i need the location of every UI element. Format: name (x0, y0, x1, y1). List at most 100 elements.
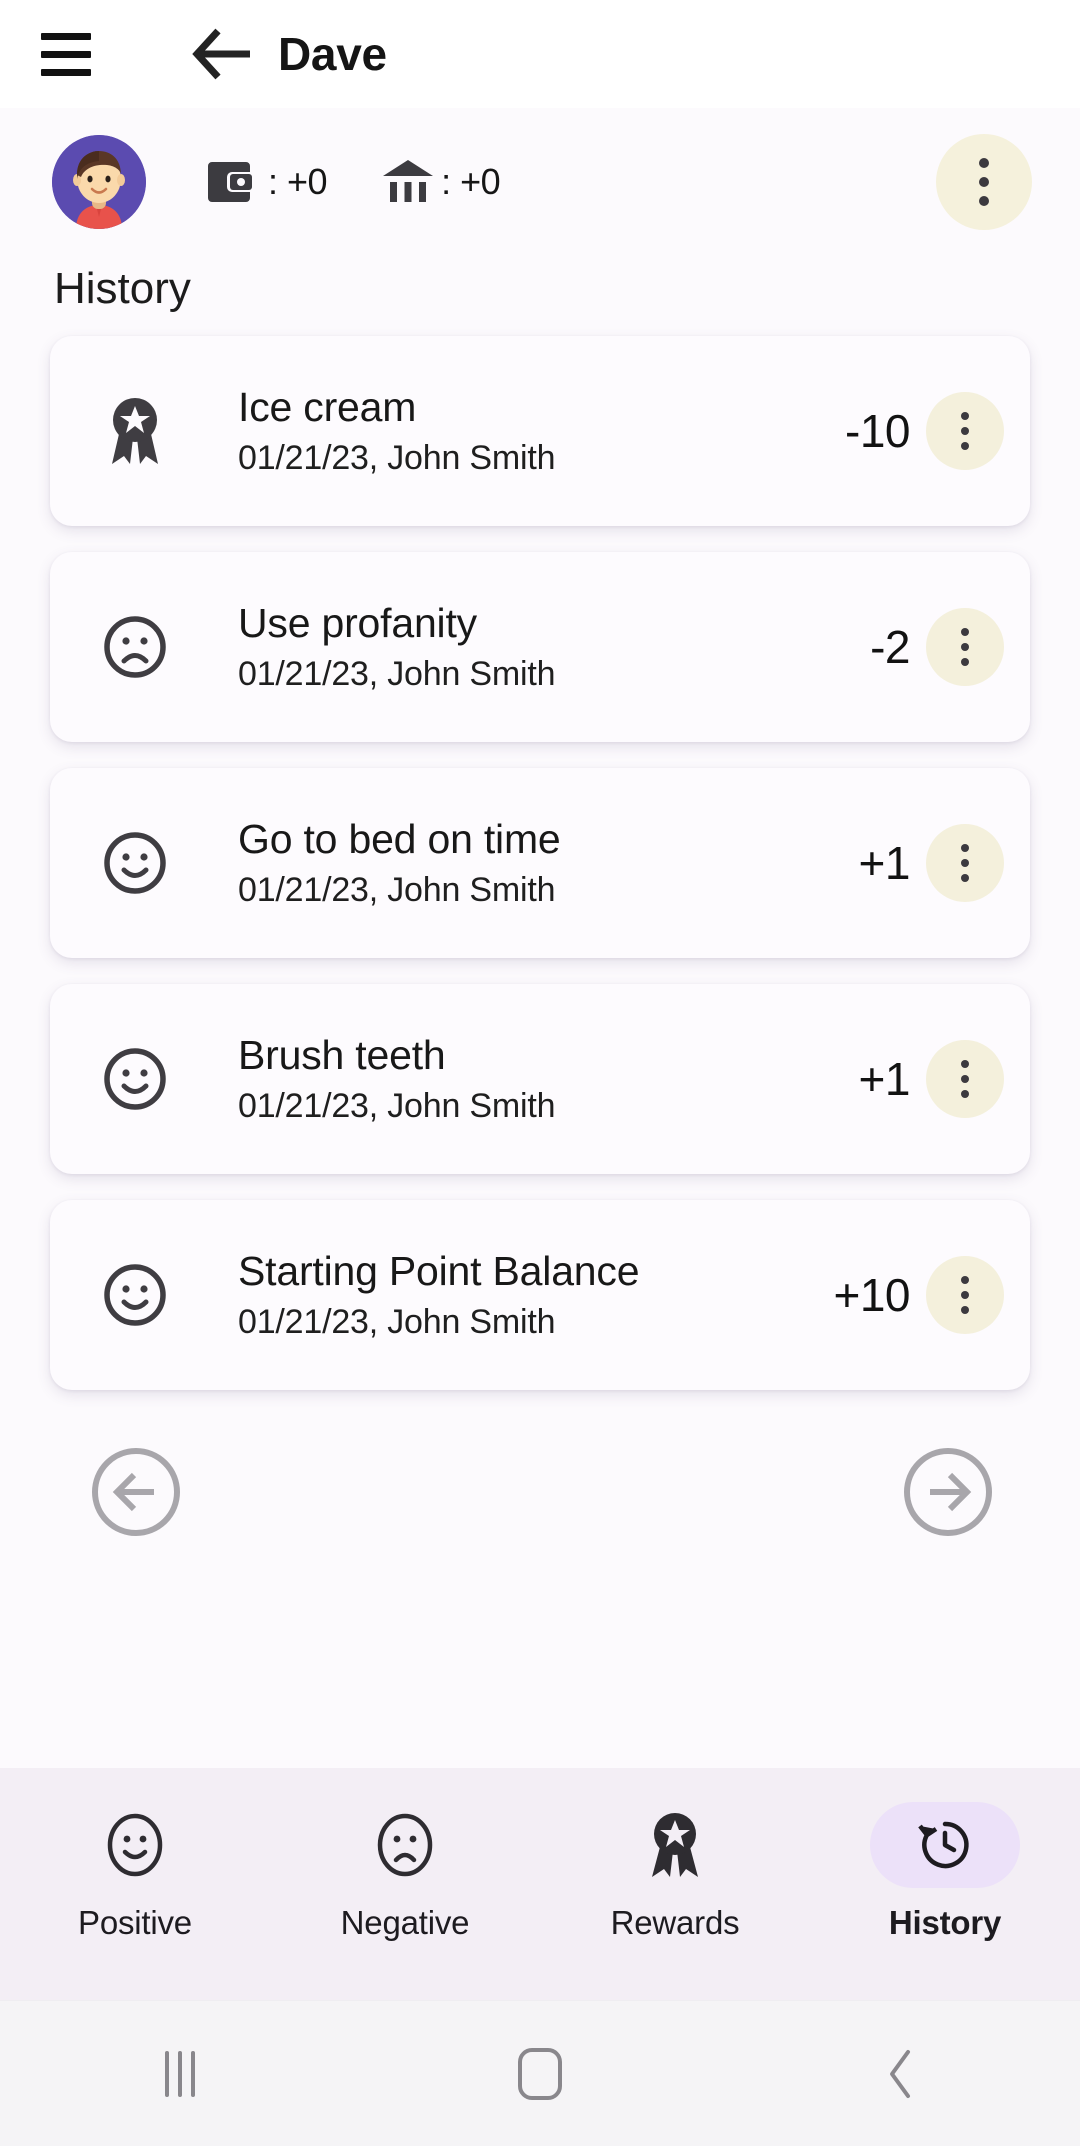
item-score: +1 (858, 1053, 911, 1105)
more-vertical-icon (961, 442, 969, 450)
smiling-face-icon (90, 1046, 180, 1112)
item-overflow-button[interactable] (926, 1040, 1004, 1118)
ribbon-award-glyph (112, 398, 158, 464)
item-score: -2 (870, 621, 910, 673)
item-overflow-button[interactable] (926, 824, 1004, 902)
item-overflow-button[interactable] (926, 392, 1004, 470)
more-vertical-icon (961, 1276, 969, 1284)
home-icon[interactable] (360, 2047, 720, 2100)
recents-bar (165, 2050, 169, 2097)
wallet-icon (208, 162, 252, 202)
prev-page-glyph (92, 1448, 180, 1536)
avatar[interactable] (52, 135, 146, 229)
more-vertical-icon (979, 196, 989, 206)
tab-label: Rewards (610, 1904, 740, 1941)
item-title: Ice cream (238, 383, 417, 430)
tab-positive[interactable]: Positive (0, 1802, 270, 1942)
table-cell-text: Ice cream 01/21/23, John Smith (180, 383, 845, 477)
balance-group: : +0 : +0 (208, 156, 501, 208)
item-score: -10 (845, 405, 910, 457)
profile-overflow-button[interactable] (936, 134, 1032, 230)
item-overflow-button[interactable] (926, 608, 1004, 686)
tab-label: Negative (340, 1904, 470, 1941)
item-title: Go to bed on time (238, 815, 561, 862)
more-vertical-icon (961, 412, 969, 420)
bottom-tab-bar: Positive Negative Rewards History (0, 1768, 1080, 2000)
more-vertical-icon (961, 874, 969, 882)
tab-icon-wrap (330, 1802, 480, 1888)
tab-icon-wrap (60, 1802, 210, 1888)
table-row[interactable]: Starting Point Balance 01/21/23, John Sm… (50, 1200, 1030, 1390)
system-back-glyph (890, 2049, 910, 2098)
more-vertical-icon (961, 844, 969, 852)
table-cell-text: Use profanity 01/21/23, John Smith (180, 601, 870, 693)
more-vertical-icon (961, 1090, 969, 1098)
table-row[interactable]: Ice cream 01/21/23, John Smith -10 (50, 336, 1030, 526)
hamburger-bar (41, 68, 91, 76)
boy-avatar-glyph (52, 135, 146, 229)
item-subtitle: 01/21/23, John Smith (238, 1302, 556, 1341)
section-title: History (54, 264, 191, 313)
more-vertical-icon (961, 1060, 969, 1068)
more-vertical-icon (961, 628, 969, 636)
hamburger-bar (41, 50, 91, 58)
system-back-icon[interactable] (720, 2046, 1080, 2102)
item-subtitle: 01/21/23, John Smith (238, 438, 556, 477)
more-vertical-icon (961, 658, 969, 666)
history-list: Ice cream 01/21/23, John Smith -10 Use p… (0, 336, 1080, 1390)
more-vertical-icon (961, 643, 969, 651)
tab-negative[interactable]: Negative (270, 1802, 540, 1942)
smiling-face-glyph (104, 832, 166, 894)
system-navigation-bar (0, 2000, 1080, 2146)
tab-rewards[interactable]: Rewards (540, 1802, 810, 1942)
next-page-glyph (904, 1448, 992, 1536)
wallet-balance: : +0 (208, 156, 328, 208)
frowning-face-glyph (104, 616, 166, 678)
home-glyph (518, 2047, 562, 2100)
item-score: +10 (833, 1269, 910, 1321)
table-row[interactable]: Go to bed on time 01/21/23, John Smith +… (50, 768, 1030, 958)
circle-arrow-left-icon[interactable] (90, 1446, 182, 1538)
recents-glyph (165, 2050, 195, 2097)
smiling-face-icon (90, 830, 180, 896)
item-title: Brush teeth (238, 1031, 446, 1078)
bank-balance-value: : +0 (441, 161, 501, 202)
more-vertical-icon (961, 1306, 969, 1314)
profile-strip: : +0 : +0 (0, 108, 1080, 256)
back-arrow-icon[interactable] (180, 18, 266, 90)
tab-history[interactable]: History (810, 1802, 1080, 1942)
app-root: Dave: +0: +0 History Ice cream 01/21/2… (0, 0, 1080, 2146)
table-row[interactable]: Use profanity 01/21/23, John Smith -2 (50, 552, 1030, 742)
tab-icon-wrap (870, 1802, 1020, 1888)
item-score: +1 (858, 837, 911, 889)
bank-balance: : +0 (379, 156, 501, 208)
tab-icon-wrap (600, 1802, 750, 1888)
item-overflow-button[interactable] (926, 1256, 1004, 1334)
circle-arrow-right-icon[interactable] (902, 1446, 994, 1538)
hamburger-bar (41, 32, 91, 40)
item-subtitle: 01/21/23, John Smith (238, 870, 556, 909)
ribbon-award-icon (90, 394, 180, 468)
recents-bar (191, 2050, 195, 2097)
table-cell-text: Starting Point Balance 01/21/23, John Sm… (180, 1247, 833, 1341)
content-area: : +0 : +0 History Ice cream 01/21/23, Jo… (0, 108, 1080, 1768)
tab-label: Positive (78, 1904, 192, 1941)
ribbon-award-icon (652, 1813, 698, 1877)
hamburger-menu-icon[interactable] (30, 18, 102, 90)
more-vertical-icon (961, 1075, 969, 1083)
recents-icon[interactable] (0, 2050, 360, 2097)
table-row[interactable]: Brush teeth 01/21/23, John Smith +1 (50, 984, 1030, 1174)
app-bar: Dave (0, 0, 1080, 108)
item-title: Starting Point Balance (238, 1247, 640, 1294)
back-arrow-glyph (192, 28, 250, 80)
page-title: Dave (278, 28, 387, 80)
more-vertical-icon (961, 859, 969, 867)
table-cell-text: Brush teeth 01/21/23, John Smith (180, 1031, 859, 1125)
smiling-face-icon (107, 1813, 163, 1877)
table-cell-text: Go to bed on time 01/21/23, John Smith (180, 815, 859, 909)
smiling-face-icon (90, 1262, 180, 1328)
pagination (0, 1390, 1080, 1538)
frowning-face-icon (90, 614, 180, 680)
smiling-face-glyph (104, 1048, 166, 1110)
